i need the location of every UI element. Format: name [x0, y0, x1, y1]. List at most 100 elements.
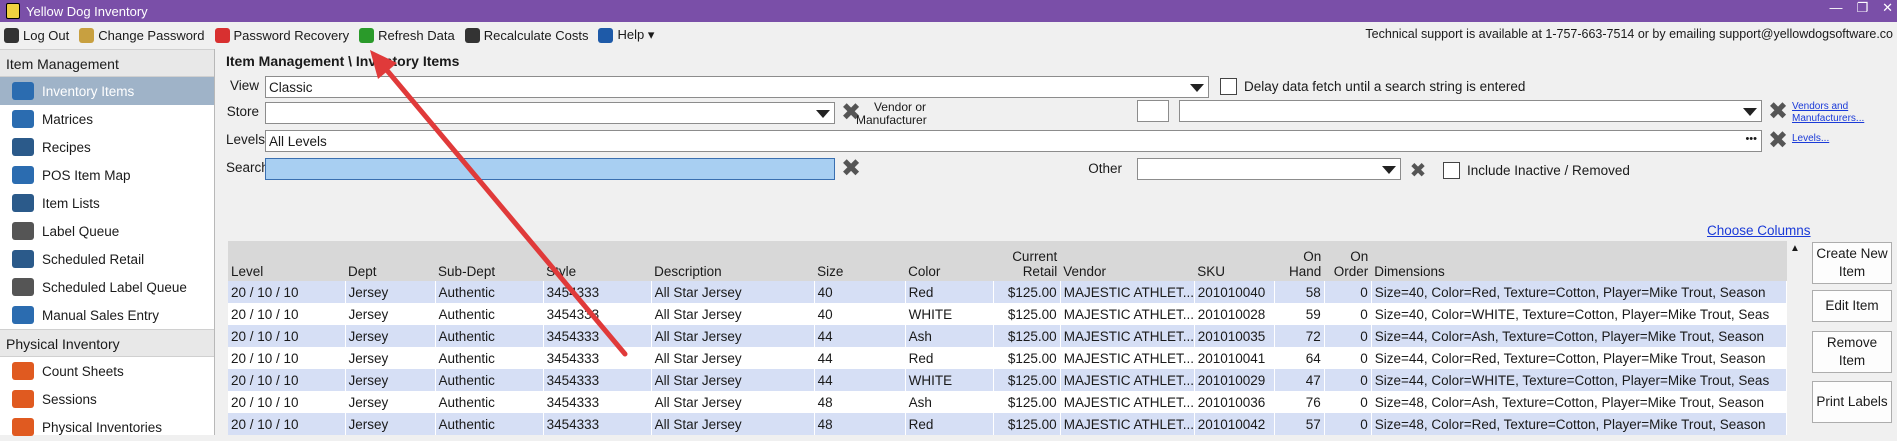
barcode-icon [12, 222, 34, 240]
table-cell: Authentic [435, 413, 544, 435]
sidebar-item-recipes[interactable]: Recipes [0, 133, 214, 161]
sidebar-item-item-lists[interactable]: Item Lists [0, 189, 214, 217]
table-row[interactable]: 20 / 10 / 10 Jersey Authentic 3454333 All St… [228, 347, 1787, 369]
column-header[interactable]: Dept [345, 241, 436, 281]
grid-scrollbar[interactable]: ▲ [1787, 241, 1803, 435]
menu-refresh-button[interactable]: Refresh Data [359, 27, 455, 43]
table-cell: Size=44, Color=Red, Texture=Cotton, Play… [1371, 347, 1787, 369]
menu-logout-button[interactable]: Log Out [4, 27, 70, 43]
include-inactive-checkbox[interactable] [1443, 162, 1460, 179]
support-text: Technical support is available at 1-757-… [1365, 27, 1893, 41]
print-labels-button[interactable]: Print Labels [1812, 381, 1892, 423]
table-cell: 201010028 [1194, 303, 1275, 325]
sidebar-item-label: Item Lists [42, 195, 100, 211]
table-cell: Red [905, 413, 994, 435]
create-new-item-button[interactable]: Create New Item [1812, 242, 1892, 284]
table-cell: 201010041 [1194, 347, 1275, 369]
table-row[interactable]: 20 / 10 / 10 Jersey Authentic 3454333 All St… [228, 413, 1787, 435]
sidebar: Item Management Inventory Items Matrices Re… [0, 49, 215, 436]
breadcrumb: Item Management \ Inventory Items [226, 53, 460, 69]
clear-levels-button[interactable]: ✖ [1768, 129, 1788, 153]
vendor-code-input[interactable] [1137, 100, 1169, 122]
search-input[interactable] [265, 158, 835, 180]
column-header[interactable]: On Order [1324, 241, 1372, 281]
clear-vendor-button[interactable]: ✖ [1768, 100, 1788, 124]
menu-bank-button[interactable]: Recalculate Costs [464, 27, 588, 43]
sidebar-item-physical-inventories[interactable]: Physical Inventories [0, 413, 214, 441]
clear-search-button[interactable]: ✖ [841, 157, 861, 181]
column-header[interactable]: Vendor [1060, 241, 1195, 281]
table-cell: 0 [1324, 413, 1372, 435]
choose-columns-link[interactable]: Choose Columns [1707, 223, 1811, 238]
table-row[interactable]: 20 / 10 / 10 Jersey Authentic 3454333 All St… [228, 281, 1787, 303]
column-header[interactable]: Description [651, 241, 815, 281]
sidebar-section-header[interactable]: Item Management [0, 49, 214, 77]
table-cell: 0 [1324, 391, 1372, 413]
clear-other-button[interactable]: ✖ [1408, 161, 1428, 181]
delay-fetch-checkbox[interactable] [1220, 78, 1237, 95]
column-header[interactable]: Level [228, 241, 346, 281]
levels-link[interactable]: Levels... [1792, 133, 1829, 144]
sidebar-item-label: Matrices [42, 111, 94, 127]
menu-label: Log Out [23, 27, 70, 43]
table-row[interactable]: 20 / 10 / 10 Jersey Authentic 3454333 All St… [228, 369, 1787, 391]
remove-item-button[interactable]: Remove Item [1812, 331, 1892, 373]
levels-select[interactable]: All Levels ••• [265, 130, 1762, 152]
sidebar-item-pos-item-map[interactable]: POS Item Map [0, 161, 214, 189]
sidebar-item-scheduled-label-queue[interactable]: Scheduled Label Queue [0, 273, 214, 301]
other-select[interactable] [1137, 158, 1401, 180]
minimize-button[interactable]: — [1829, 0, 1842, 16]
menu-help-button[interactable]: Help ▾ [598, 27, 654, 43]
table-cell: $125.00 [993, 347, 1061, 369]
sidebar-item-label-queue[interactable]: Label Queue [0, 217, 214, 245]
table-row[interactable]: 20 / 10 / 10 Jersey Authentic 3454333 All St… [228, 303, 1787, 325]
levels-value: All Levels [269, 133, 327, 149]
table-row[interactable]: 20 / 10 / 10 Jersey Authentic 3454333 All St… [228, 391, 1787, 413]
table-cell: Authentic [435, 369, 544, 391]
menu-key-button[interactable]: Change Password [79, 27, 205, 43]
table-row[interactable]: 20 / 10 / 10 Jersey Authentic 3454333 All St… [228, 325, 1787, 347]
table-cell: 201010042 [1194, 413, 1275, 435]
table-cell: $125.00 [993, 325, 1061, 347]
close-button[interactable]: ✕ [1882, 0, 1893, 16]
scroll-up-icon[interactable]: ▲ [1787, 241, 1803, 257]
column-header[interactable]: Current Retail [993, 241, 1061, 281]
sidebar-item-count-sheets[interactable]: Count Sheets [0, 357, 214, 385]
window-title: Yellow Dog Inventory [26, 3, 148, 19]
ellipsis-icon[interactable]: ••• [1745, 133, 1757, 145]
table-cell: 0 [1324, 281, 1372, 303]
column-header[interactable]: Size [814, 241, 906, 281]
column-header[interactable]: Sub-Dept [435, 241, 544, 281]
maximize-button[interactable]: ❐ [1856, 0, 1868, 16]
table-cell: 40 [814, 303, 906, 325]
sidebar-section-header[interactable]: Physical Inventory [0, 329, 214, 357]
sidebar-item-sessions[interactable]: Sessions [0, 385, 214, 413]
logout-icon [4, 27, 19, 43]
sidebar-item-manual-sales-entry[interactable]: Manual Sales Entry [0, 301, 214, 329]
sidebar-item-inventory-items[interactable]: Inventory Items [0, 77, 214, 105]
table-cell: MAJESTIC ATHLET... [1060, 413, 1195, 435]
sidebar-item-scheduled-retail[interactable]: Scheduled Retail [0, 245, 214, 273]
other-label: Other [1088, 161, 1122, 176]
vendors-link[interactable]: Vendors and Manufacturers... [1792, 101, 1882, 125]
view-select[interactable]: Classic [265, 76, 1209, 98]
column-header[interactable]: Color [905, 241, 994, 281]
sidebar-item-label: POS Item Map [42, 167, 131, 183]
column-header[interactable]: SKU [1194, 241, 1275, 281]
sidebar-item-matrices[interactable]: Matrices [0, 105, 214, 133]
menu-lifebuoy-button[interactable]: Password Recovery [214, 27, 349, 43]
edit-item-button[interactable]: Edit Item [1812, 290, 1892, 322]
table-cell: WHITE [905, 303, 994, 325]
store-select[interactable] [265, 102, 835, 124]
column-header[interactable]: Dimensions [1371, 241, 1787, 281]
sidebar-item-label: Recipes [42, 139, 91, 155]
table-cell: 47 [1274, 369, 1325, 391]
table-cell: 20 / 10 / 10 [228, 413, 346, 435]
key-icon [79, 27, 95, 43]
column-header[interactable]: On Hand [1274, 241, 1325, 281]
table-cell: $125.00 [993, 391, 1061, 413]
table-cell: 0 [1324, 369, 1372, 391]
column-header[interactable]: Style [543, 241, 652, 281]
vendor-select[interactable] [1179, 100, 1762, 122]
table-cell: 59 [1274, 303, 1325, 325]
